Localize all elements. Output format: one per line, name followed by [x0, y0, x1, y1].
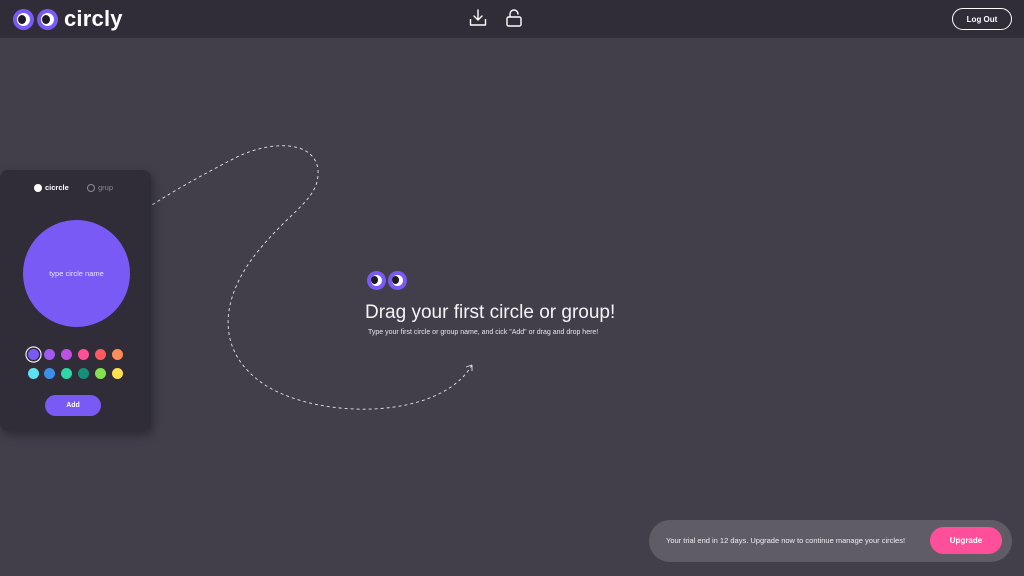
empty-state-subtitle: Type your first circle or group name, an… — [368, 329, 599, 336]
radio-selected-icon — [34, 183, 42, 192]
color-swatch[interactable] — [112, 368, 123, 379]
color-swatch[interactable] — [95, 349, 106, 360]
color-swatch[interactable] — [78, 368, 89, 379]
color-swatch[interactable] — [44, 349, 55, 360]
circle-name-placeholder: type circle name — [49, 269, 104, 278]
top-bar: circly Log Out — [0, 0, 1024, 38]
trial-banner: Your trial end in 12 days. Upgrade now t… — [649, 520, 1012, 562]
type-selector: cicrcle grup — [0, 183, 151, 195]
radio-group-label: grup — [98, 183, 114, 192]
color-swatch[interactable] — [44, 368, 55, 379]
color-swatch[interactable] — [95, 368, 106, 379]
radio-group[interactable]: grup — [87, 183, 113, 192]
add-button[interactable]: Add — [45, 395, 101, 416]
radio-unselected-icon — [87, 183, 95, 192]
radio-circle[interactable]: cicrcle — [34, 183, 69, 192]
empty-state-title: Drag your first circle or group! — [365, 302, 616, 323]
app-logo[interactable]: circly — [13, 8, 123, 30]
color-swatch[interactable] — [28, 368, 39, 379]
radio-circle-label: cicrcle — [45, 183, 69, 192]
color-swatch[interactable] — [78, 349, 89, 360]
logo-text: circly — [64, 6, 123, 31]
create-circle-panel: cicrcle grup type circle name Add — [0, 170, 151, 431]
drag-hint-arrow — [126, 145, 473, 410]
circle-name-input[interactable]: type circle name — [23, 220, 130, 327]
logo-eyes-icon — [13, 8, 58, 30]
color-swatch[interactable] — [61, 368, 72, 379]
unlock-icon[interactable] — [505, 9, 523, 27]
empty-state-logo-icon — [367, 271, 407, 290]
color-swatch[interactable] — [112, 349, 123, 360]
upgrade-button[interactable]: Upgrade — [930, 527, 1002, 554]
color-swatch[interactable] — [61, 349, 72, 360]
logout-button[interactable]: Log Out — [952, 8, 1012, 30]
trial-message: Your trial end in 12 days. Upgrade now t… — [666, 536, 906, 545]
download-icon[interactable] — [469, 9, 487, 27]
color-swatch[interactable] — [28, 349, 39, 360]
